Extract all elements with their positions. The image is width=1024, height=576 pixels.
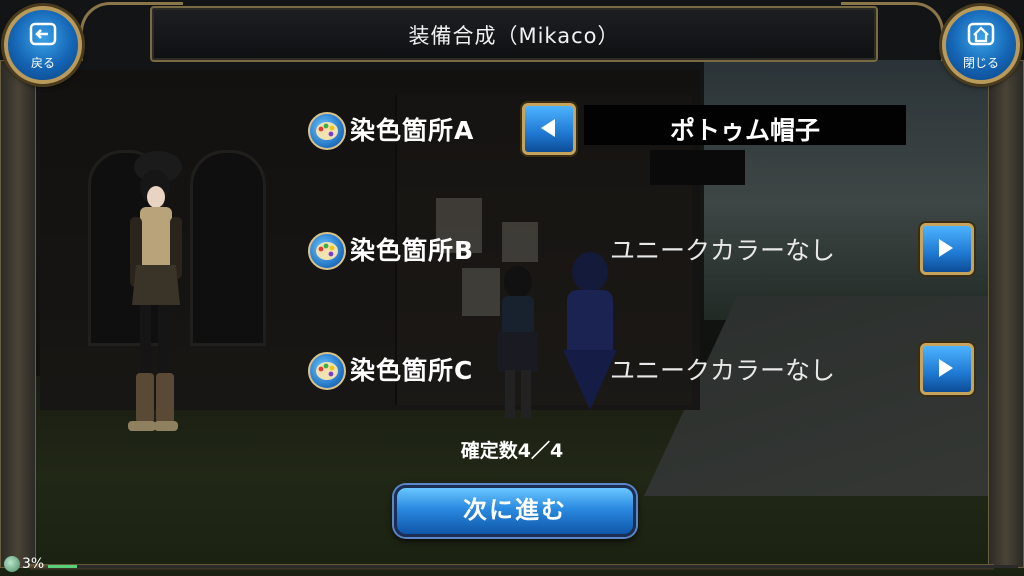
status-bar: 3% [0, 554, 1024, 576]
dye-slot-a: 染色箇所A ポトゥム帽子 [308, 103, 988, 155]
dye-slot-value: ユニークカラーなし [610, 236, 836, 265]
next-color-button[interactable] [920, 223, 974, 275]
page-title: 装備合成（Mikaco） [408, 24, 620, 48]
back-label: 戻る [30, 56, 55, 70]
dye-slot-value: ポトゥム帽子 [669, 116, 820, 145]
close-button[interactable]: 閉じる [942, 6, 1020, 84]
dye-slot-value: ユニークカラーなし [610, 356, 836, 385]
progress-fill [48, 565, 78, 568]
left-arrow-icon [541, 119, 555, 137]
right-frame-border [988, 60, 1024, 568]
status-percent: 3% [22, 556, 45, 572]
confirm-count: 確定数4／4 [460, 440, 564, 462]
progress-track [48, 565, 1018, 568]
next-color-button[interactable] [920, 343, 974, 395]
previous-color-button[interactable] [522, 103, 576, 155]
palette-icon [308, 232, 346, 270]
selected-color-box: ポトゥム帽子 [584, 105, 906, 145]
status-icon [4, 556, 20, 572]
right-arrow-icon [939, 239, 953, 257]
dye-slot-label: 染色箇所B [350, 236, 475, 265]
title-bar: 装備合成（Mikaco） [150, 6, 878, 62]
npc-dark-figure [498, 266, 538, 418]
player-character [128, 151, 182, 431]
dye-slot-c: 染色箇所C ユニークカラーなし [308, 343, 988, 395]
palette-icon [308, 352, 346, 390]
dye-slot-b: 染色箇所B ユニークカラーなし [308, 223, 988, 275]
close-label: 閉じる [962, 56, 999, 70]
dye-slot-label: 染色箇所A [350, 116, 475, 145]
right-arrow-icon [939, 359, 953, 377]
next-step-button[interactable]: 次に進む [394, 485, 636, 537]
palette-icon [308, 112, 346, 150]
back-arrow-icon [8, 22, 78, 51]
dye-slot-label: 染色箇所C [350, 356, 474, 385]
back-button[interactable]: 戻る [4, 6, 82, 84]
left-frame-border [0, 60, 36, 568]
home-icon [946, 22, 1016, 51]
